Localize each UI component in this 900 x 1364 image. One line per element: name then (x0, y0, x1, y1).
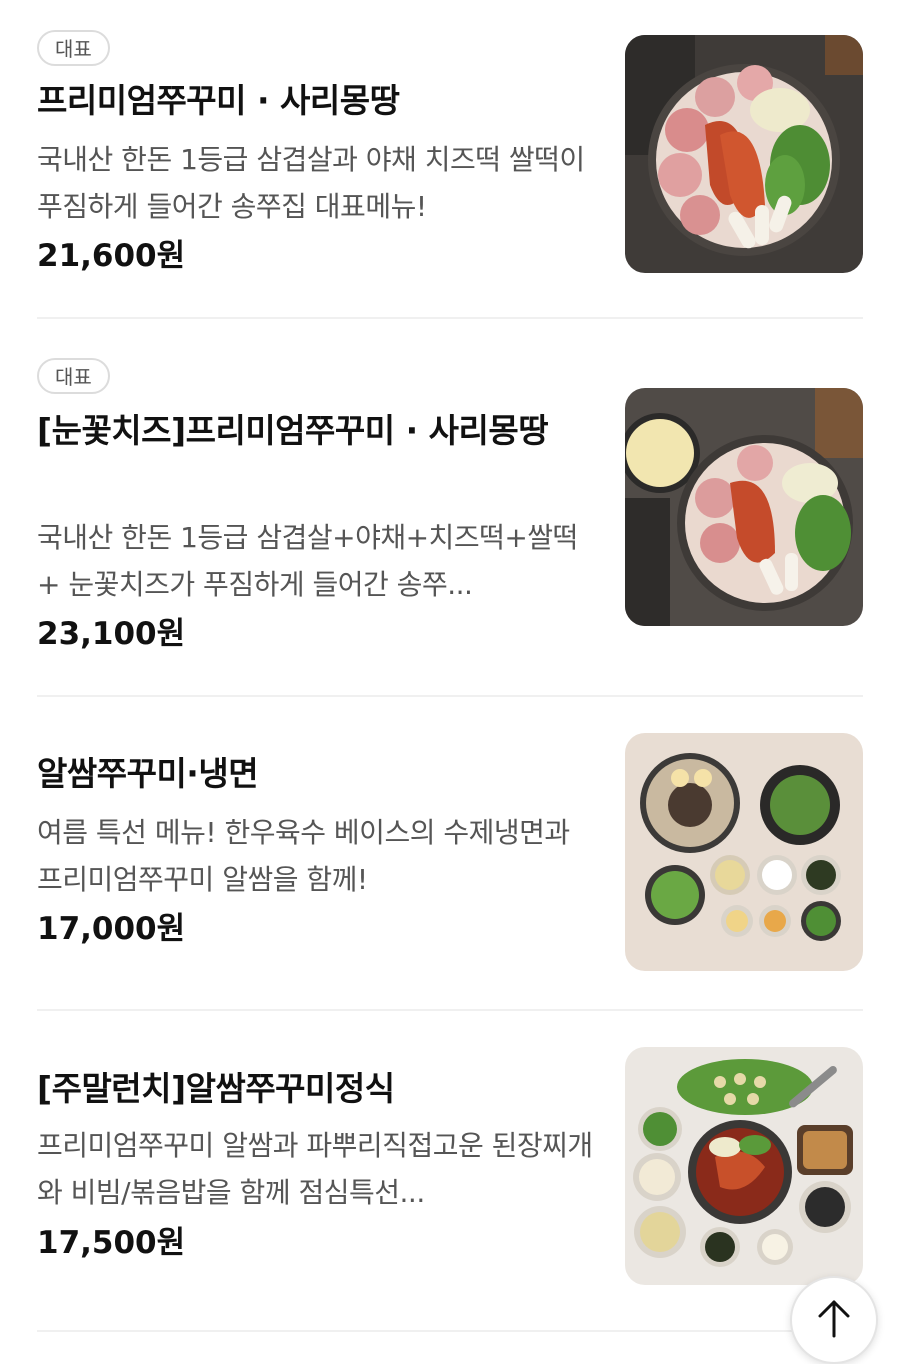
scroll-to-top-button[interactable] (790, 1276, 878, 1364)
menu-item[interactable]: 알쌈쭈꾸미·냉면 여름 특선 메뉴! 한우육수 베이스의 수제냉면과 프리미엄쭈… (37, 698, 863, 1010)
snow-cheese-jjukkumi-dish-photo (625, 388, 863, 626)
divider (37, 1330, 863, 1332)
premium-jjukkumi-dish-photo (625, 35, 863, 273)
menu-item-title: [눈꽃치즈]프리미엄쭈꾸미 · 사리몽땅 (37, 411, 549, 450)
menu-item-price: 23,100원 (37, 616, 186, 652)
signature-badge: 대표 (37, 30, 110, 66)
menu-item-description: 여름 특선 메뉴! 한우육수 베이스의 수제냉면과 프리미엄쭈꾸미 알쌈을 함께… (37, 816, 570, 896)
menu-item-description: 프리미엄쭈꾸미 알쌈과 파뿌리직접고운 된장찌개와 비빔/볶음밥을 함께 점심특… (37, 1129, 593, 1209)
menu-item-price: 21,600원 (37, 238, 186, 274)
menu-item-title: 프리미엄쭈꾸미 · 사리몽땅 (37, 81, 400, 120)
naengmyeon-set-photo (625, 733, 863, 971)
menu-item-title: [주말런치]알쌈쭈꾸미정식 (37, 1069, 395, 1108)
menu-item-title: 알쌈쭈꾸미·냉면 (37, 754, 259, 793)
signature-badge: 대표 (37, 358, 110, 394)
divider (37, 317, 863, 319)
menu-item[interactable]: 대표 [눈꽃치즈]프리미엄쭈꾸미 · 사리몽땅 국내산 한돈 1등급 삼겹살+야… (37, 320, 863, 695)
divider (37, 1009, 863, 1011)
menu-item-price: 17,500원 (37, 1225, 186, 1261)
menu-item-description: 국내산 한돈 1등급 삼겹살+야채+치즈떡+쌀떡+ 눈꽃치즈가 푸짐하게 들어간… (37, 521, 578, 601)
menu-item-description: 국내산 한돈 1등급 삼겹살과 야채 치즈떡 쌀떡이 푸짐하게 들어간 송쭈집 … (37, 143, 585, 223)
weekend-lunch-set-photo (625, 1047, 863, 1285)
divider (37, 695, 863, 697)
arrow-up-icon (818, 1300, 850, 1338)
menu-item[interactable]: 대표 프리미엄쭈꾸미 · 사리몽땅 국내산 한돈 1등급 삼겹살과 야채 치즈떡… (37, 0, 863, 318)
menu-item-price: 17,000원 (37, 911, 186, 947)
menu-item[interactable]: [주말런치]알쌈쭈꾸미정식 프리미엄쭈꾸미 알쌈과 파뿌리직접고운 된장찌개와 … (37, 1012, 863, 1337)
